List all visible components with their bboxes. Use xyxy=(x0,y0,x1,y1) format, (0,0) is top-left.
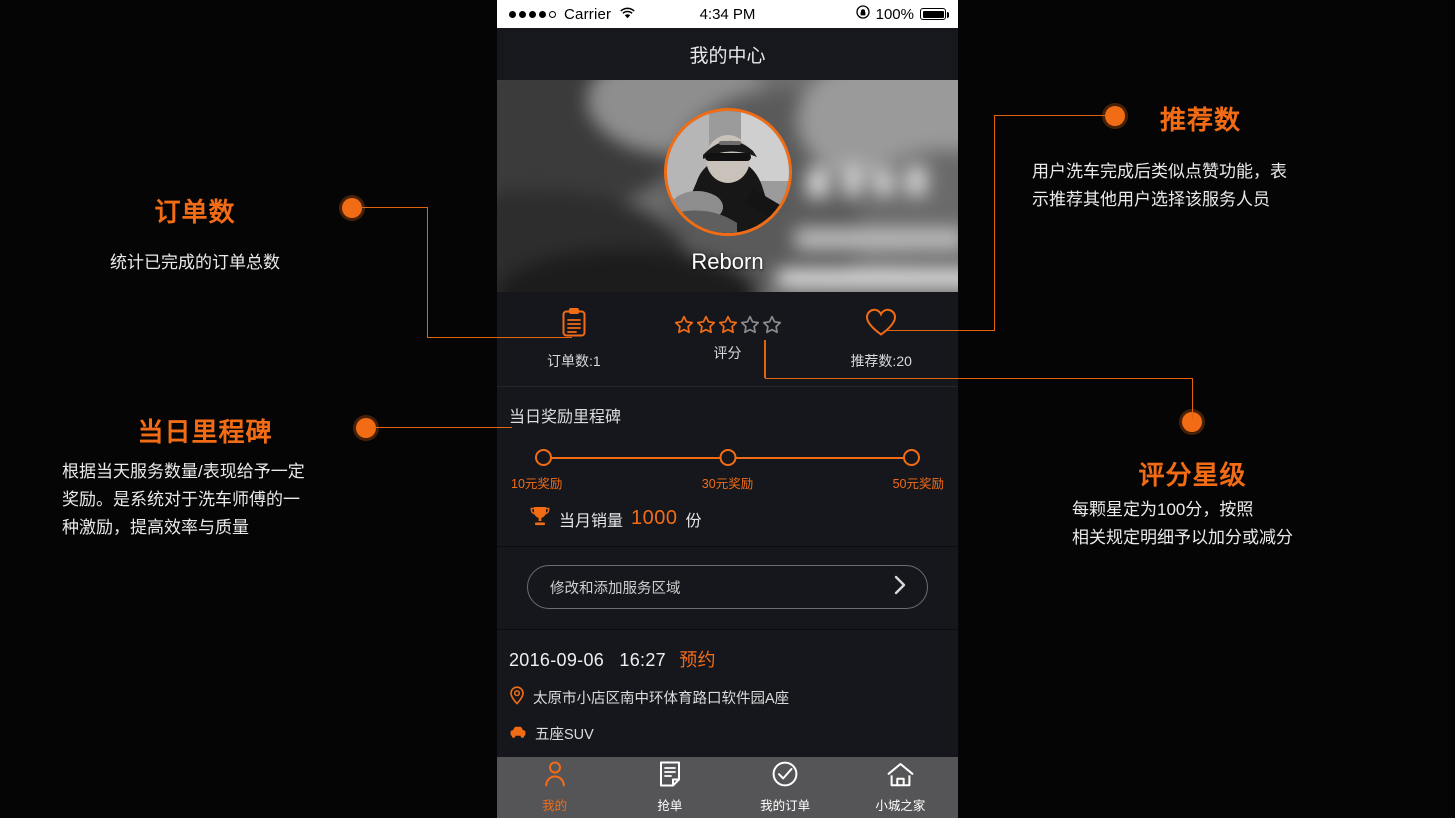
region-button-label: 修改和添加服务区域 xyxy=(550,580,681,597)
order-date: 2016-09-06 xyxy=(509,650,605,670)
order-card[interactable]: 2016-09-06 16:27 预约 太原市小店区南中环体育路口软件园A座 五… xyxy=(497,630,958,762)
milestone-label-3: 50元奖励 xyxy=(892,477,944,491)
person-icon xyxy=(543,761,567,790)
annotation-milestone-heading: 当日里程碑 xyxy=(137,417,273,447)
trophy-icon xyxy=(529,505,551,532)
check-circle-icon xyxy=(772,761,798,790)
annotation-orders-heading: 订单数 xyxy=(154,197,236,227)
annotation-recommend-dot xyxy=(1105,106,1125,126)
milestone-track xyxy=(535,449,920,467)
tab-grab-order-label: 抢单 xyxy=(657,799,683,813)
annotation-rating-line-v2 xyxy=(1191,377,1194,420)
annotation-milestone-desc-2: 奖励。是系统对于洗车师傅的一 xyxy=(62,490,300,509)
phone-mockup: Carrier 4:34 PM 100% 我的中心 Reborn 订单数:1 评… xyxy=(497,0,958,818)
order-car-type: 五座SUV xyxy=(535,727,594,743)
stat-rating[interactable]: 评分 xyxy=(651,315,805,363)
document-icon xyxy=(659,761,681,790)
milestone-label-2: 30元奖励 xyxy=(701,477,754,491)
stat-recommend-label: 推荐数:20 xyxy=(850,352,912,369)
milestone-node-1[interactable] xyxy=(535,449,552,466)
annotation-orders-dot xyxy=(342,198,362,218)
stat-recommend[interactable]: 推荐数:20 xyxy=(804,308,958,371)
tab-my-orders-label: 我的订单 xyxy=(760,799,811,813)
order-address: 太原市小店区南中环体育路口软件园A座 xyxy=(533,691,790,707)
chevron-right-icon xyxy=(893,574,907,600)
tab-mine[interactable]: 我的 xyxy=(497,761,612,814)
status-right-group: 100% xyxy=(855,5,949,23)
order-time: 16:27 xyxy=(619,650,666,670)
tab-home[interactable]: 小城之家 xyxy=(843,762,958,814)
stats-row: 订单数:1 评分 推荐数:20 xyxy=(497,292,958,387)
profile-name: Reborn xyxy=(691,249,764,274)
stars-icon xyxy=(674,315,782,334)
map-pin-icon xyxy=(509,686,525,709)
annotation-orders-line-h2 xyxy=(426,336,572,339)
order-header: 2016-09-06 16:27 预约 xyxy=(509,646,958,672)
car-icon xyxy=(509,725,527,743)
annotation-rating-desc-1: 每颗星定为100分，按照 xyxy=(1072,500,1254,519)
milestone-label-1: 10元奖励 xyxy=(511,477,563,491)
tab-bar: 我的 抢单 我的订单 小城之家 xyxy=(497,757,958,818)
avatar[interactable] xyxy=(663,108,792,236)
annotated-screenshot-canvas: Carrier 4:34 PM 100% 我的中心 Reborn 订单数:1 评… xyxy=(0,0,1455,818)
annotation-milestone-desc-3: 种激励，提高效率与质量 xyxy=(62,518,249,537)
stat-rating-label: 评分 xyxy=(713,345,742,361)
milestone-node-3[interactable] xyxy=(903,449,920,466)
annotation-rating-desc: 每颗星定为100分，按照 相关规定明细予以加分或减分 xyxy=(1072,496,1293,552)
annotation-orders-desc: 统计已完成的订单总数 xyxy=(110,253,280,272)
carrier-label: Carrier xyxy=(564,5,612,23)
monthly-sales-row: 当月销量 1000 份 xyxy=(497,491,958,532)
annotation-recommend-desc-2: 示推荐其他用户选择该服务人员 xyxy=(1032,190,1270,209)
page-title: 我的中心 xyxy=(689,45,766,67)
battery-percent: 100% xyxy=(875,5,914,23)
battery-icon xyxy=(920,8,949,20)
annotation-recommend-line-h1 xyxy=(995,114,1107,117)
sales-suffix: 份 xyxy=(685,512,702,530)
annotation-milestone-line xyxy=(374,426,512,429)
annotation-milestone-dot xyxy=(356,418,376,438)
annotation-orders-line-v xyxy=(426,206,429,338)
annotation-recommend-line-h2 xyxy=(885,329,995,332)
stat-orders-label: 订单数:1 xyxy=(546,353,601,369)
annotation-recommend-desc: 用户洗车完成后类似点赞功能，表 示推荐其他用户选择该服务人员 xyxy=(1032,158,1287,214)
edit-service-area-button[interactable]: 修改和添加服务区域 xyxy=(527,565,928,609)
milestone-card: 当日奖励里程碑 10元奖励 30元奖励 50元奖励 当月销量 1000 份 xyxy=(497,387,958,547)
sales-value: 1000 xyxy=(631,507,678,529)
annotation-recommend-heading: 推荐数 xyxy=(1160,105,1242,135)
annotation-milestone-desc-1: 根据当天服务数量/表现给予一定 xyxy=(62,462,305,481)
milestone-node-2[interactable] xyxy=(719,449,736,466)
order-car-row: 五座SUV xyxy=(509,723,958,744)
stat-orders[interactable]: 订单数:1 xyxy=(497,307,651,371)
annotation-rating: 评分星级 xyxy=(1040,455,1345,492)
tab-mine-label: 我的 xyxy=(542,799,568,813)
tab-home-label: 小城之家 xyxy=(875,798,926,813)
annotation-orders-line-h1 xyxy=(360,206,428,209)
order-address-row: 太原市小店区南中环体育路口软件园A座 xyxy=(509,686,958,709)
annotation-orders: 订单数 统计已完成的订单总数 xyxy=(60,192,330,277)
annotation-recommend-desc-1: 用户洗车完成后类似点赞功能，表 xyxy=(1032,162,1287,181)
signal-strength-icon xyxy=(509,10,556,18)
region-section: 修改和添加服务区域 xyxy=(497,547,958,630)
home-icon xyxy=(887,762,914,790)
annotation-recommend: 推荐数 xyxy=(1160,100,1241,137)
wifi-icon xyxy=(619,6,636,23)
milestone-title: 当日奖励里程碑 xyxy=(509,409,622,426)
rotation-lock-icon xyxy=(855,5,870,23)
status-bar: Carrier 4:34 PM 100% xyxy=(497,0,958,28)
annotation-rating-line-h xyxy=(765,377,1193,380)
tab-grab-order[interactable]: 抢单 xyxy=(612,761,727,814)
annotation-recommend-line-v xyxy=(993,114,996,331)
annotation-milestone-desc: 根据当天服务数量/表现给予一定 奖励。是系统对于洗车师傅的一 种激励，提高效率与… xyxy=(62,458,305,542)
sales-prefix: 当月销量 xyxy=(559,512,624,530)
tab-my-orders[interactable]: 我的订单 xyxy=(728,761,843,814)
nav-bar: 我的中心 xyxy=(497,28,958,80)
milestone-labels: 10元奖励 30元奖励 50元奖励 xyxy=(511,473,944,491)
annotation-rating-line-v1 xyxy=(764,340,766,378)
annotation-rating-desc-2: 相关规定明细予以加分或减分 xyxy=(1072,528,1293,547)
annotation-rating-heading: 评分星级 xyxy=(1138,460,1247,490)
heart-icon xyxy=(865,308,897,342)
profile-hero: Reborn xyxy=(497,80,958,292)
annotation-milestone: 当日里程碑 xyxy=(60,412,350,449)
order-status-badge: 预约 xyxy=(679,650,716,670)
